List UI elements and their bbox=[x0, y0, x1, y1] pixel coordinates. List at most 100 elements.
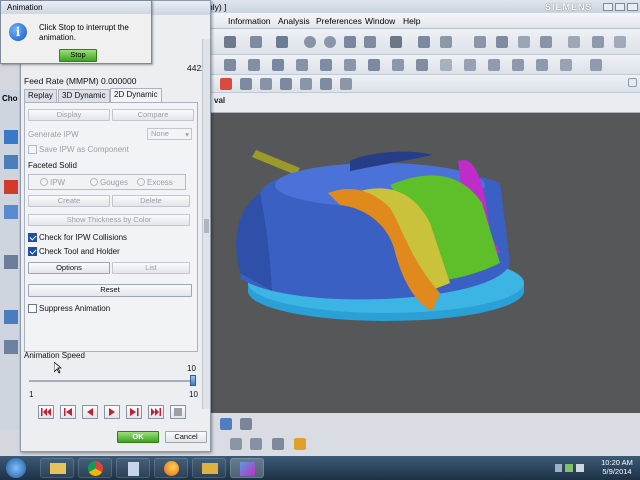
toolbar-icon[interactable] bbox=[230, 438, 242, 450]
toolbar-icon[interactable] bbox=[324, 36, 336, 48]
toolbar-icon[interactable] bbox=[536, 59, 548, 71]
options-button[interactable]: Options bbox=[28, 262, 110, 274]
toolbar-icon[interactable] bbox=[224, 59, 236, 71]
toolbar-icon[interactable] bbox=[280, 78, 292, 90]
toolbar-icon[interactable] bbox=[296, 59, 308, 71]
reset-button[interactable]: Reset bbox=[28, 284, 192, 297]
toolbar-icon[interactable] bbox=[496, 36, 508, 48]
scrollbar-thumb[interactable] bbox=[204, 219, 209, 233]
toolbar-icon[interactable] bbox=[344, 59, 356, 71]
tab-3d-dynamic[interactable]: 3D Dynamic bbox=[58, 89, 110, 102]
speed-slider-thumb[interactable] bbox=[190, 375, 196, 386]
toolbar-icon[interactable] bbox=[320, 78, 332, 90]
toolbar-icon[interactable] bbox=[518, 36, 530, 48]
fast-forward-button[interactable] bbox=[148, 405, 164, 419]
network-icon[interactable] bbox=[565, 464, 573, 472]
toolbar-icon[interactable] bbox=[250, 36, 262, 48]
radio-excess[interactable] bbox=[137, 178, 145, 186]
resource-icon[interactable] bbox=[4, 255, 18, 269]
taskbar-calculator[interactable] bbox=[116, 458, 150, 478]
menu-preferences[interactable]: Preferences bbox=[316, 16, 362, 26]
resource-icon[interactable] bbox=[4, 130, 18, 144]
toolbar-icon[interactable] bbox=[344, 36, 356, 48]
toolbar-icon[interactable] bbox=[260, 78, 272, 90]
display-button[interactable]: Display bbox=[28, 109, 110, 121]
play-button[interactable] bbox=[104, 405, 120, 419]
toolbar-icon[interactable] bbox=[488, 59, 500, 71]
rewind-to-start-button[interactable] bbox=[38, 405, 54, 419]
show-thickness-button[interactable]: Show Thickness by Color bbox=[28, 214, 190, 226]
minimize-icon[interactable] bbox=[603, 3, 613, 11]
close-icon[interactable] bbox=[627, 3, 638, 11]
toolbar-icon[interactable] bbox=[540, 36, 552, 48]
radio-gouges[interactable] bbox=[90, 178, 98, 186]
toolbar-icon[interactable] bbox=[300, 78, 312, 90]
stop-button[interactable] bbox=[170, 405, 186, 419]
resource-icon[interactable] bbox=[4, 340, 18, 354]
check-tool-holder-checkbox[interactable] bbox=[28, 247, 37, 256]
speed-slider-track[interactable] bbox=[29, 380, 193, 382]
toolbar-icon[interactable] bbox=[364, 36, 376, 48]
toolbar-icon[interactable] bbox=[440, 36, 452, 48]
toolbar-icon[interactable] bbox=[590, 59, 602, 71]
toolbar-icon[interactable] bbox=[276, 36, 288, 48]
toolbar-icon[interactable] bbox=[272, 59, 284, 71]
toolbar-icon[interactable] bbox=[294, 438, 306, 450]
toolbar-icon[interactable] bbox=[220, 418, 232, 430]
tab-2d-dynamic[interactable]: 2D Dynamic bbox=[110, 88, 162, 102]
graphics-viewport[interactable] bbox=[200, 113, 640, 413]
step-back-button[interactable] bbox=[82, 405, 98, 419]
taskbar-nx[interactable] bbox=[230, 458, 264, 478]
step-back-operation-button[interactable] bbox=[60, 405, 76, 419]
toolbar-icon[interactable] bbox=[248, 59, 260, 71]
compare-button[interactable]: Compare bbox=[112, 109, 194, 121]
toolbar-icon[interactable] bbox=[250, 438, 262, 450]
toolbar-icon[interactable] bbox=[418, 36, 430, 48]
toolbar-icon[interactable] bbox=[368, 59, 380, 71]
toolbar-icon[interactable] bbox=[220, 78, 232, 90]
taskbar-explorer[interactable] bbox=[40, 458, 74, 478]
toolbar-icon[interactable] bbox=[592, 36, 604, 48]
cancel-button[interactable]: Cancel bbox=[165, 431, 207, 443]
toolbar-icon[interactable] bbox=[474, 36, 486, 48]
radio-ipw[interactable] bbox=[40, 178, 48, 186]
taskbar-clock[interactable]: 10:20 AM 5/9/2014 bbox=[596, 458, 638, 476]
create-button[interactable]: Create bbox=[28, 195, 110, 207]
resource-icon[interactable] bbox=[4, 205, 18, 219]
taskbar-folder[interactable] bbox=[192, 458, 226, 478]
tab-replay[interactable]: Replay bbox=[24, 89, 57, 102]
taskbar-firefox[interactable] bbox=[154, 458, 188, 478]
toolbar-icon[interactable] bbox=[392, 59, 404, 71]
ok-button[interactable]: OK bbox=[117, 431, 159, 443]
toolbar-icon[interactable] bbox=[390, 36, 402, 48]
check-ipw-collisions-checkbox[interactable] bbox=[28, 233, 37, 242]
start-button-icon[interactable] bbox=[6, 458, 26, 478]
tray-icon[interactable] bbox=[555, 464, 562, 472]
suppress-animation-checkbox[interactable] bbox=[28, 304, 37, 313]
toolbar-icon[interactable] bbox=[568, 36, 580, 48]
generate-ipw-select[interactable]: None ▾ bbox=[147, 128, 192, 140]
toolbar-icon[interactable] bbox=[272, 438, 284, 450]
list-button[interactable]: List bbox=[112, 262, 190, 274]
toolbar-icon[interactable] bbox=[240, 418, 252, 430]
toolbar-icon[interactable] bbox=[304, 36, 316, 48]
step-forward-button[interactable] bbox=[126, 405, 142, 419]
toolbar-icon[interactable] bbox=[512, 59, 524, 71]
toolbar-icon[interactable] bbox=[440, 59, 452, 71]
toolbar-icon[interactable] bbox=[240, 78, 252, 90]
toolbar-icon[interactable] bbox=[416, 59, 428, 71]
volume-icon[interactable] bbox=[576, 464, 584, 472]
resource-icon[interactable] bbox=[4, 155, 18, 169]
toolbar-icon[interactable] bbox=[224, 36, 236, 48]
toolbar-icon[interactable] bbox=[464, 59, 476, 71]
restore-icon[interactable] bbox=[615, 3, 625, 11]
toolbar-icon[interactable] bbox=[320, 59, 332, 71]
dialog-scrollbar[interactable] bbox=[202, 39, 210, 409]
menu-window[interactable]: Window bbox=[365, 16, 395, 26]
taskbar-chrome[interactable] bbox=[78, 458, 112, 478]
close-icon[interactable] bbox=[628, 78, 637, 87]
toolbar-icon[interactable] bbox=[340, 78, 352, 90]
menu-analysis[interactable]: Analysis bbox=[278, 16, 310, 26]
resource-icon[interactable] bbox=[4, 310, 18, 324]
stop-animation-button[interactable]: Stop bbox=[59, 49, 97, 62]
